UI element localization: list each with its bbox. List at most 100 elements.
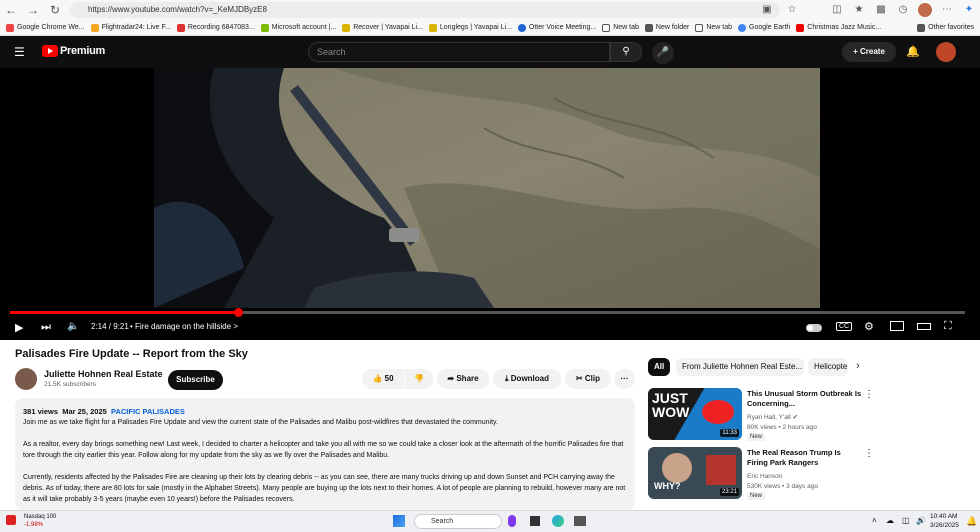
bookmark-item[interactable]: New tab [695,23,732,32]
favorite-star-icon[interactable]: ☆ [785,3,799,17]
settings-gear-icon[interactable]: ⚙ [864,320,874,333]
play-icon[interactable]: ▶ [15,321,23,334]
create-label: Create [860,47,885,56]
download-button[interactable]: ⤓ Download [493,369,561,389]
recommendation-title[interactable]: The Real Reason Trump Is Firing Park Ran… [747,448,863,468]
onedrive-icon[interactable]: ☁ [886,516,894,525]
theater-mode-icon[interactable] [917,323,931,330]
chip-helicopter[interactable]: Helicopte [808,358,848,376]
bookmark-item[interactable]: Google Chrome We... [6,23,85,32]
bookmark-favicon-icon [738,23,747,32]
bookmark-item[interactable]: Microsoft account |... [260,23,336,32]
favorites-icon[interactable]: ★ [852,3,866,17]
bookmark-favicon-icon [517,23,526,32]
bookmark-item[interactable]: New tab [602,23,639,32]
share-label: Share [456,374,479,383]
stocks-icon[interactable] [6,515,16,525]
bookmark-item[interactable]: Recording 6847083... [176,23,255,32]
profile-avatar[interactable] [918,3,932,17]
captions-icon[interactable]: CC [836,322,853,331]
notification-bell-icon[interactable]: 🔔 [966,516,977,527]
history-icon[interactable]: ◷ [896,3,910,17]
hashtag-link[interactable]: PACIFIC PALISADES [111,407,185,416]
bookmark-label: Christmas Jazz Music... [807,24,882,31]
task-view-icon[interactable] [530,516,540,526]
video-frame[interactable] [154,68,820,308]
clip-button[interactable]: ✂ Clip [565,369,611,389]
more-options-icon[interactable]: ⋮ [864,389,874,400]
recommendation-channel[interactable]: Ryan Hall, Y'all ✔ [747,413,798,422]
back-icon[interactable]: ← [0,0,22,20]
more-actions-button[interactable]: ··· [614,369,635,389]
avatar[interactable] [936,42,956,62]
youtube-logo-icon[interactable] [42,45,58,57]
fullscreen-icon[interactable]: ⛶ [944,320,952,333]
recommendation-channel[interactable]: Eric Hanson [747,472,782,481]
like-button[interactable]: 👍 50 [362,369,404,389]
channel-name[interactable]: Juliette Hohnen Real Estate [44,369,163,379]
bookmark-item[interactable]: Longlegs | Yavapai Li... [428,23,512,32]
wifi-icon[interactable]: ◫ [902,516,910,525]
create-button[interactable]: + Create [842,42,896,62]
bookmark-item[interactable]: Otter Voice Meeting... [517,23,597,32]
taskbar-search-input[interactable]: Search [414,514,502,529]
recommendation-thumbnail[interactable]: JUST WOW 11:33 [648,388,742,440]
search-button[interactable]: ⚲ [610,42,642,62]
refresh-icon[interactable]: ↻ [44,0,66,20]
description-paragraph: Currently, residents affected by the Pal… [23,474,626,503]
forward-icon[interactable]: → [22,0,44,20]
dislike-button[interactable]: 👎 [405,369,433,389]
notifications-bell-icon[interactable]: 🔔 [906,45,920,58]
ribbon-icon[interactable] [508,515,516,527]
edge-browser-icon[interactable] [552,515,564,527]
video-player[interactable]: ▶ ⏭ 🔈 2:14 / 9:21 • Fire damage on the h… [0,68,980,340]
copilot-icon[interactable]: ✦ [962,3,976,17]
search-input[interactable]: Search [308,42,610,62]
app-icon[interactable] [574,516,586,526]
channel-avatar[interactable] [15,368,37,390]
bookmark-item[interactable]: Flightradar24: Live F... [90,23,171,32]
bookmark-favicon-icon [6,23,14,32]
tray-chevron-icon[interactable]: ˄ [872,516,877,525]
other-favorites[interactable]: Other favorites [917,23,974,32]
chip-from-channel[interactable]: From Juliette Hohnen Real Este... [676,358,804,376]
bookmark-item[interactable]: Google Earth [738,23,790,32]
split-screen-icon[interactable]: ◫ [830,3,844,17]
bookmark-item[interactable]: Recover | Yavapai Li... [342,23,423,32]
mic-button[interactable]: 🎤 [652,42,674,64]
chevron-right-icon[interactable]: › [856,360,860,372]
autoplay-toggle[interactable] [806,324,822,332]
hamburger-menu-icon[interactable]: ☰ [14,45,25,59]
bookmark-favicon-icon [796,23,805,32]
share-button[interactable]: ➦ Share [437,369,489,389]
address-bar[interactable]: https://www.youtube.com/watch?v=_KeMJDBy… [70,2,780,18]
bookmark-label: Otter Voice Meeting... [528,24,597,31]
progress-scrubber[interactable] [234,308,243,317]
description-box[interactable]: 381 views Mar 25, 2025 PACIFIC PALISADES… [15,398,635,510]
description-paragraph: Join me as we take flight for a Palisade… [23,419,498,426]
subscriber-count: 21.5K subscribers [44,381,97,388]
more-options-icon[interactable]: ⋮ [864,448,874,459]
chapter-title[interactable]: • Fire damage on the hillside > [130,322,238,331]
bookmark-label: Longlegs | Yavapai Li... [439,24,512,31]
menu-dots-icon[interactable]: ⋯ [940,3,954,17]
reader-icon[interactable]: ▣ [760,3,774,17]
volume-icon[interactable]: 🔈 [67,321,79,332]
bookmark-label: Flightradar24: Live F... [101,24,171,31]
collections-icon[interactable]: ▩ [874,3,888,17]
bookmark-item[interactable]: Christmas Jazz Music... [796,23,882,32]
next-icon[interactable]: ⏭ [41,321,51,334]
video-scene [154,68,820,308]
chip-all[interactable]: All [648,358,671,376]
microphone-icon: 🎤 [656,47,670,58]
windows-start-icon[interactable] [393,515,405,527]
recommendation-title[interactable]: This Unusual Storm Outbreak Is Concernin… [747,389,863,409]
other-favorites-label: Other favorites [928,24,974,31]
subscribe-button[interactable]: Subscribe [168,370,223,390]
bookmark-item[interactable]: New folder [644,23,689,32]
progress-track[interactable] [10,308,965,317]
player-controls: ▶ ⏭ 🔈 2:14 / 9:21 • Fire damage on the h… [0,308,980,340]
miniplayer-icon[interactable] [890,321,904,331]
speaker-icon[interactable]: 🔊 [916,516,926,525]
recommendation-thumbnail[interactable]: WHY? 23:21 [648,447,742,499]
